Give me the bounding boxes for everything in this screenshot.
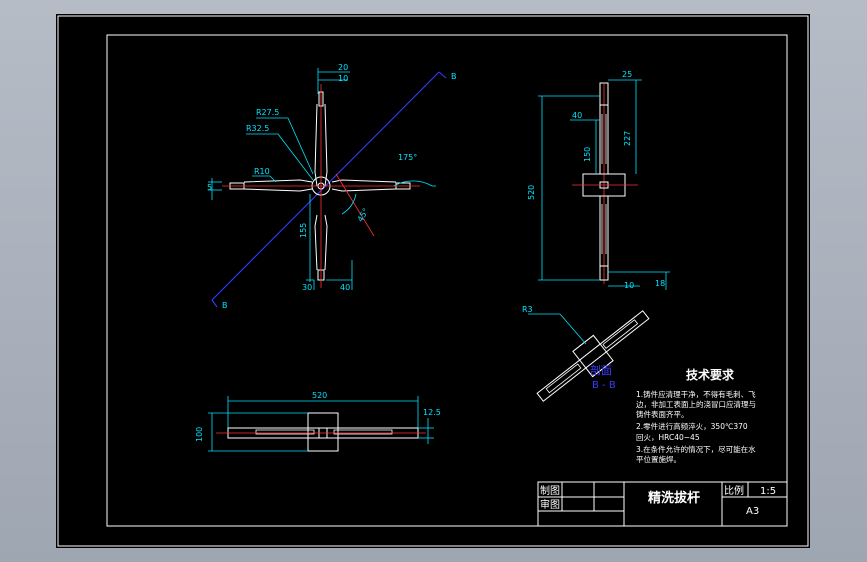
section-mark-top: B	[451, 72, 457, 81]
tech-line-4: 2.零件进行高频淬火，350℃370	[636, 421, 748, 431]
side-dim-227: 227	[623, 131, 632, 146]
side-dim-10: 10	[624, 281, 634, 290]
tb-draw: 制图	[540, 484, 560, 497]
dim-5: 5	[207, 183, 212, 192]
section-arrow-top	[438, 71, 447, 79]
title-block: 制图 审图 精洗拔杆 比例 1:5 A3	[537, 481, 788, 527]
bottom-dim-520: 520	[312, 391, 327, 400]
dim-r325: R32.5	[246, 124, 269, 133]
bottom-hub-block	[307, 412, 339, 452]
tb-sheet-size: A3	[746, 506, 759, 517]
side-dim-25: 25	[622, 70, 632, 79]
arm-right	[331, 179, 397, 192]
section-slot-left	[545, 363, 582, 394]
section-slot-right	[602, 319, 639, 349]
tech-line-6: 3.在条件允许的情况下，尽可能在水	[636, 444, 756, 454]
tech-line-7: 平位置施焊。	[636, 454, 681, 464]
leader-r3	[559, 313, 587, 345]
tb-part-name: 精洗拔杆	[648, 490, 700, 506]
section-mark-bottom: B	[222, 301, 228, 310]
dim-40: 40	[340, 283, 350, 292]
section-dim-r3: R3	[522, 305, 533, 314]
dim-20: 20	[338, 63, 348, 72]
center-line-diagonal	[335, 173, 375, 237]
dim-155: 155	[299, 223, 308, 238]
tech-line-5: 回火，HRC40~45	[636, 433, 700, 442]
leader-r325	[277, 133, 314, 181]
tech-requirements: 技术要求 1.铸件应清理干净，不得有毛刺、飞 边，非加工表面上的浇冒口应清理与 …	[636, 367, 756, 464]
bottom-view: 520 12.5 100	[195, 391, 441, 452]
tech-line-2: 边，非加工表面上的浇冒口应清理与	[636, 399, 756, 409]
cross-view: B B 20 10 R27.5 R32.5 R10 5 155 30 40 17…	[207, 63, 457, 310]
cad-viewport: B B 20 10 R27.5 R32.5 R10 5 155 30 40 17…	[0, 0, 867, 562]
bottom-dim-100: 100	[195, 427, 204, 442]
side-view: 25 40 227 150 520 10 18	[527, 70, 670, 290]
drawing-sheet: B B 20 10 R27.5 R32.5 R10 5 155 30 40 17…	[56, 14, 810, 548]
tech-title: 技术要求	[686, 367, 735, 382]
side-dim-18: 18	[655, 279, 665, 288]
leader-r275	[287, 117, 314, 175]
dim-r275: R27.5	[256, 108, 279, 117]
tb-check: 审图	[540, 498, 560, 511]
dim-175: 175°	[398, 153, 417, 162]
angle-arc-45	[341, 193, 357, 215]
section-arrow-bottom	[211, 299, 218, 308]
angle-arc-175	[393, 180, 433, 187]
section-label-bb: B - B	[592, 380, 616, 391]
outer-border	[57, 15, 809, 547]
dim-10: 10	[338, 74, 348, 83]
drawing-canvas: B B 20 10 R27.5 R32.5 R10 5 155 30 40 17…	[57, 15, 809, 547]
tb-scale-value: 1:5	[760, 486, 776, 497]
tb-scale-label: 比例	[724, 484, 744, 497]
tech-line-1: 1.铸件应清理干净，不得有毛刺、飞	[636, 389, 756, 399]
side-dim-520: 520	[527, 185, 536, 200]
side-dim-40: 40	[572, 111, 582, 120]
dim-r10: R10	[254, 167, 270, 176]
section-label-cn: 剖面	[590, 363, 612, 377]
tech-line-3: 铸件表面齐平。	[636, 409, 689, 419]
dim-30: 30	[302, 283, 312, 292]
side-dim-150: 150	[583, 147, 592, 162]
bottom-dim-125: 12.5	[423, 408, 441, 417]
arm-left	[243, 179, 313, 192]
